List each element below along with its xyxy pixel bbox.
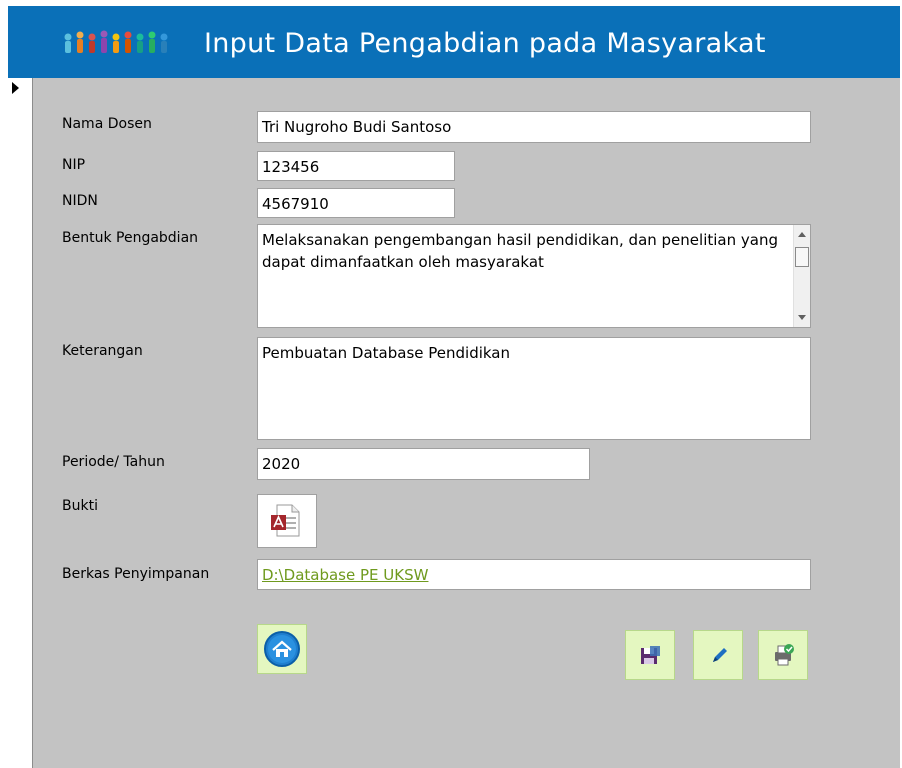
nip-label: NIP bbox=[62, 157, 86, 173]
scroll-down-icon[interactable] bbox=[798, 315, 806, 320]
input-form: Input Data Pengabdian pada Masyarakat Na… bbox=[0, 0, 902, 768]
edit-button[interactable] bbox=[693, 630, 743, 680]
bukti-attachment[interactable] bbox=[257, 494, 317, 548]
print-icon bbox=[775, 644, 794, 666]
textarea-scrollbar[interactable] bbox=[793, 225, 810, 327]
bentuk-pengabdian-text: Melaksanakan pengembangan hasil pendidik… bbox=[262, 231, 778, 271]
print-button[interactable] bbox=[758, 630, 808, 680]
berkas-link[interactable]: D:\Database PE UKSW bbox=[262, 566, 428, 584]
periode-label: Periode/ Tahun bbox=[62, 454, 165, 470]
bukti-label: Bukti bbox=[62, 498, 98, 514]
form-header: Input Data Pengabdian pada Masyarakat bbox=[8, 6, 900, 78]
pencil-icon bbox=[713, 648, 727, 662]
bentuk-pengabdian-textarea[interactable]: Melaksanakan pengembangan hasil pendidik… bbox=[257, 224, 811, 328]
form-title: Input Data Pengabdian pada Masyarakat bbox=[204, 28, 766, 59]
record-selector-bar[interactable] bbox=[8, 78, 33, 768]
scroll-up-icon[interactable] bbox=[798, 232, 806, 237]
berkas-hyperlink-field[interactable]: D:\Database PE UKSW bbox=[257, 559, 811, 590]
people-group-logo bbox=[64, 30, 168, 53]
nama-dosen-label: Nama Dosen bbox=[62, 116, 152, 132]
keterangan-label: Keterangan bbox=[62, 343, 143, 359]
nip-input[interactable]: 123456 bbox=[257, 151, 455, 181]
periode-input[interactable]: 2020 bbox=[257, 448, 590, 480]
record-selector-icon bbox=[12, 82, 19, 94]
access-file-icon bbox=[271, 504, 300, 537]
save-icon bbox=[641, 646, 660, 664]
nidn-label: NIDN bbox=[62, 193, 98, 209]
berkas-label: Berkas Penyimpanan bbox=[62, 566, 210, 582]
bentuk-pengabdian-label: Bentuk Pengabdian bbox=[62, 230, 199, 246]
home-icon bbox=[264, 631, 300, 667]
keterangan-textarea[interactable]: Pembuatan Database Pendidikan bbox=[257, 337, 811, 440]
nama-dosen-input[interactable]: Tri Nugroho Budi Santoso bbox=[257, 111, 811, 143]
home-button[interactable] bbox=[257, 624, 307, 674]
scroll-thumb[interactable] bbox=[795, 247, 809, 267]
save-button[interactable] bbox=[625, 630, 675, 680]
nidn-input[interactable]: 4567910 bbox=[257, 188, 455, 218]
